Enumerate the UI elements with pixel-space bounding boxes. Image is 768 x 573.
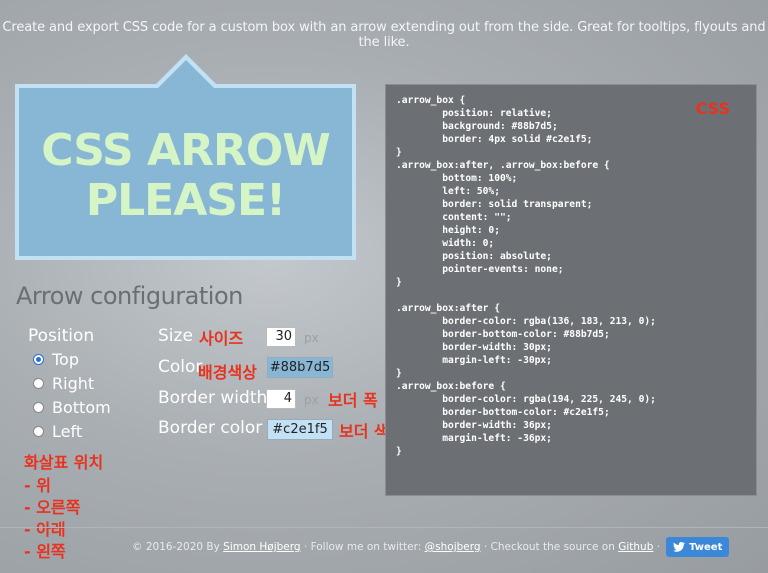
radio-label-bottom: Bottom bbox=[52, 398, 111, 417]
footer-follow: · Follow me on twitter: bbox=[303, 541, 422, 553]
preview-text: CSS ARROW PLEASE! bbox=[19, 126, 352, 226]
size-input[interactable]: 30 bbox=[266, 327, 296, 347]
border-width-input[interactable]: 4 bbox=[266, 389, 296, 409]
radio-button-bottom[interactable] bbox=[33, 402, 44, 413]
annotation-color: 배경색상 bbox=[198, 363, 257, 382]
css-code-panel[interactable]: .arrow_box { position: relative; backgro… bbox=[385, 84, 757, 496]
page-tagline: Create and export CSS code for a custom … bbox=[2, 20, 766, 50]
radio-bottom[interactable]: Bottom bbox=[33, 398, 111, 417]
footer-source: · Checkout the source on bbox=[483, 541, 615, 553]
radio-label-right: Right bbox=[52, 374, 95, 393]
radio-button-left[interactable] bbox=[33, 426, 44, 437]
footer-divider bbox=[0, 527, 768, 528]
radio-label-top: Top bbox=[52, 350, 79, 369]
github-link[interactable]: Github bbox=[618, 541, 653, 553]
annotation-position-bottom: - 아래 bbox=[24, 520, 66, 539]
preview-line-2: PLEASE! bbox=[85, 175, 286, 226]
annotation-position-title: 화살표 위치 bbox=[24, 453, 104, 472]
color-label: Color bbox=[158, 357, 203, 377]
radio-label-left: Left bbox=[52, 422, 83, 441]
twitter-link[interactable]: @shojberg bbox=[425, 541, 481, 553]
css-code[interactable]: .arrow_box { position: relative; backgro… bbox=[396, 94, 656, 458]
annotation-position-right: - 오른쪽 bbox=[24, 498, 81, 517]
section-title: Arrow configuration bbox=[16, 282, 243, 310]
author-link[interactable]: Simon Højberg bbox=[223, 541, 300, 553]
tweet-label: Tweet bbox=[689, 541, 723, 553]
footer: © 2016-2020 By Simon Højberg · Follow me… bbox=[132, 537, 730, 557]
radio-top[interactable]: Top bbox=[33, 350, 79, 369]
tweet-button[interactable]: Tweet bbox=[666, 537, 730, 557]
arrow-box-preview: CSS ARROW PLEASE! bbox=[15, 54, 356, 260]
radio-right[interactable]: Right bbox=[33, 374, 94, 393]
radio-button-top[interactable] bbox=[33, 354, 44, 365]
annotation-border-width: 보더 폭 bbox=[328, 391, 378, 410]
radio-left[interactable]: Left bbox=[33, 422, 82, 441]
footer-copyright: © 2016-2020 By bbox=[132, 541, 220, 553]
size-unit: px bbox=[304, 331, 319, 345]
twitter-bird-icon bbox=[673, 542, 686, 552]
size-label: Size bbox=[158, 326, 193, 346]
border-color-input[interactable]: #c2e1f5 bbox=[267, 419, 333, 440]
annotation-css: CSS bbox=[695, 99, 730, 118]
position-label: Position bbox=[28, 326, 95, 346]
border-color-label: Border color bbox=[158, 418, 263, 438]
color-input[interactable]: #88b7d5 bbox=[267, 357, 333, 378]
preview-line-1: CSS ARROW bbox=[41, 125, 331, 176]
annotation-position-top: - 위 bbox=[24, 476, 51, 495]
radio-button-right[interactable] bbox=[33, 378, 44, 389]
annotation-position-left: - 왼쪽 bbox=[24, 542, 66, 561]
annotation-size: 사이즈 bbox=[199, 329, 244, 348]
footer-separator: · bbox=[656, 541, 661, 553]
border-width-unit: px bbox=[304, 393, 319, 407]
border-width-label: Border width bbox=[158, 388, 268, 408]
